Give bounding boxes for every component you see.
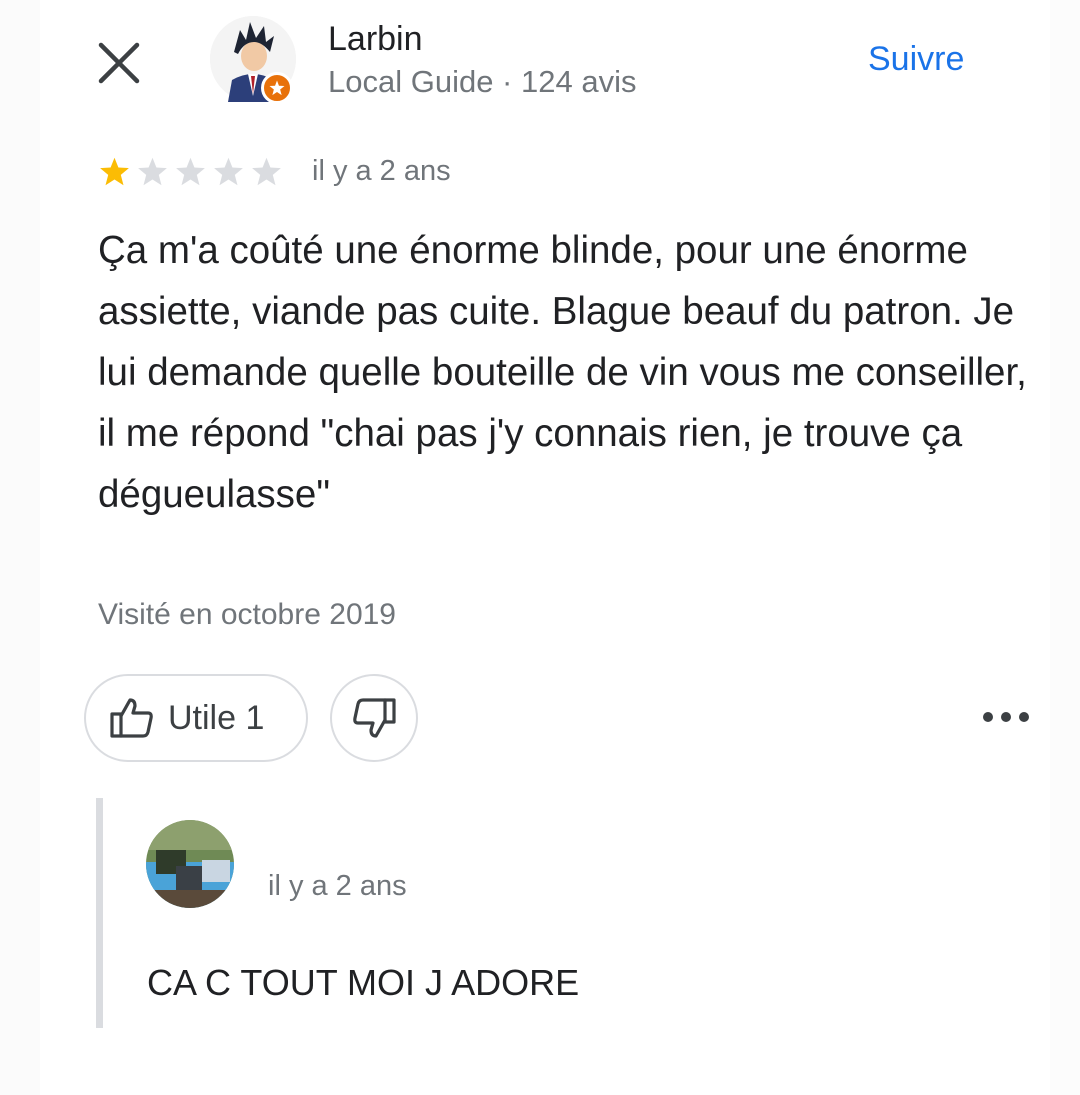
reply-text: CA C TOUT MOI J ADORE [147, 962, 580, 1003]
star-empty-icon [252, 157, 281, 186]
star-empty-icon [176, 157, 205, 186]
left-margin [0, 0, 40, 1095]
owner-avatar [146, 820, 234, 908]
star-filled-icon [100, 157, 129, 186]
local-guide-badge [261, 72, 293, 104]
close-icon [98, 42, 140, 84]
useful-label: Utile 1 [168, 698, 265, 737]
local-guide-star-icon [269, 80, 285, 96]
right-margin [1050, 0, 1080, 1095]
reply-date: il y a 2 ans [268, 870, 407, 902]
useful-button[interactable]: Utile 1 [84, 674, 308, 762]
follow-button[interactable]: Suivre [868, 40, 964, 79]
more-options-button[interactable] [976, 700, 1036, 734]
more-horizontal-icon [983, 712, 1029, 722]
author-meta: Local Guide · 124 avis [328, 64, 637, 99]
review-date: il y a 2 ans [312, 155, 451, 187]
visit-date: Visité en octobre 2019 [98, 598, 396, 631]
author-name[interactable]: Larbin [328, 20, 423, 59]
star-empty-icon [138, 157, 167, 186]
thumbs-up-icon [110, 698, 153, 738]
star-rating [96, 154, 285, 190]
reply-indent-bar [96, 798, 103, 1028]
star-empty-icon [214, 157, 243, 186]
review-text: Ça m'a coûté une énorme blinde, pour une… [98, 229, 1027, 516]
owner-photo-icon [146, 820, 234, 908]
close-button[interactable] [96, 40, 142, 86]
thumbs-down-icon [353, 698, 396, 738]
not-useful-button[interactable] [330, 674, 418, 762]
